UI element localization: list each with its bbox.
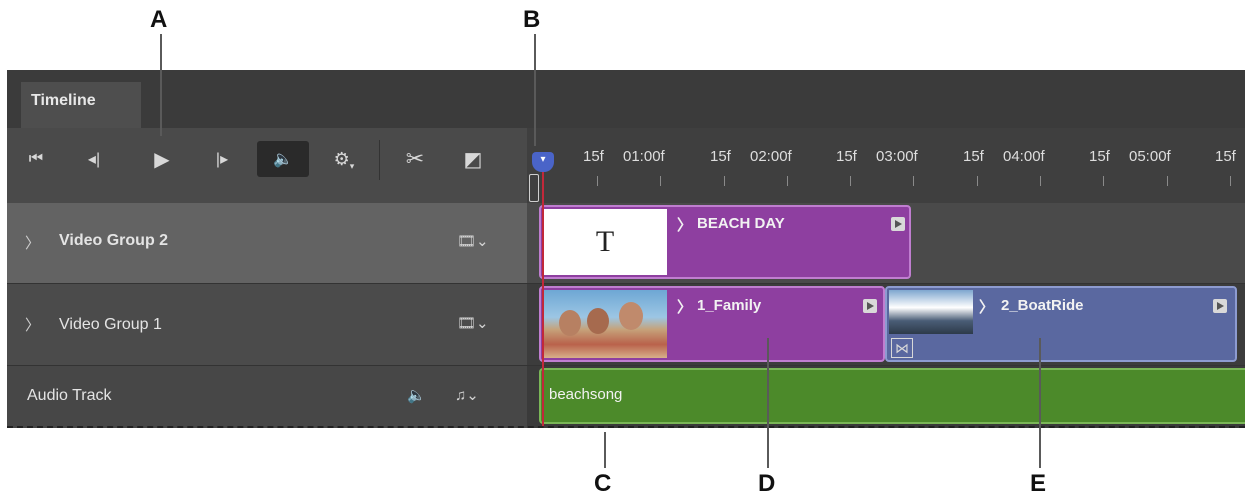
callout-a: A — [150, 6, 168, 33]
transition-icon: ◩ — [463, 148, 483, 171]
ruler-tick — [850, 176, 851, 186]
ruler-label: 05:00f — [1129, 148, 1171, 165]
play-button[interactable]: ▶ — [145, 141, 179, 177]
split-at-playhead-button[interactable]: ✂ — [395, 141, 435, 177]
clip-beachsong[interactable]: beachsong — [539, 368, 1245, 424]
callout-c-line — [604, 432, 606, 468]
clip-end-arrow-icon[interactable] — [1213, 299, 1227, 313]
clip-label-beachsong: beachsong — [549, 386, 623, 403]
speaker-icon[interactable]: 🔈 — [407, 386, 426, 404]
ruler-tick — [1040, 176, 1041, 186]
ruler-label: 01:00f — [623, 148, 665, 165]
track-label-video-group-2: Video Group 2 — [59, 232, 169, 249]
timeline-panel: Timeline ⏮ ◂| ▶ |▸ 🔈 ⚙ ▾ ✂ ◩ 〉 Video Grou… — [7, 70, 1245, 428]
family-video-thumbnail — [543, 290, 667, 358]
go-to-first-frame-icon: ⏮ — [28, 150, 44, 167]
callout-b-line — [534, 34, 536, 146]
playback-toolbar: ⏮ ◂| ▶ |▸ 🔈 ⚙ ▾ ✂ ◩ — [7, 128, 527, 203]
ruler-label: 15f — [583, 148, 604, 165]
dropdown-indicator-icon: ▾ — [349, 160, 355, 171]
go-to-first-frame-button[interactable]: ⏮ — [21, 141, 51, 177]
clip-end-arrow-icon[interactable] — [891, 217, 905, 231]
callout-d: D — [758, 470, 776, 497]
music-note-icon[interactable]: ♫⌄ — [455, 386, 479, 404]
track-header-audio[interactable]: Audio Track 🔈 ♫⌄ — [7, 365, 527, 428]
ruler-tick — [1230, 176, 1231, 186]
track-header-video-group-1[interactable]: 〉 Video Group 1 🎞⌄ — [7, 283, 527, 365]
callout-c: C — [594, 470, 612, 497]
step-forward-icon: |▸ — [215, 151, 229, 168]
gear-icon: ⚙ — [333, 148, 350, 169]
ruler-tick — [724, 176, 725, 186]
film-strip-icon[interactable]: 🎞⌄ — [457, 232, 489, 250]
playhead-handle-icon[interactable]: ▾ — [532, 152, 554, 172]
track-header-video-group-2[interactable]: 〉 Video Group 2 🎞⌄ — [7, 203, 527, 283]
settings-button[interactable]: ⚙ ▾ — [325, 141, 363, 177]
ruler-label: 02:00f — [750, 148, 792, 165]
toolbar-divider — [379, 140, 380, 180]
panel-tab-strip: Timeline — [7, 70, 1245, 128]
ruler-tick — [1103, 176, 1104, 186]
clip-end-arrow-icon[interactable] — [863, 299, 877, 313]
tab-timeline[interactable]: Timeline — [21, 82, 141, 128]
ruler-tick — [597, 176, 598, 186]
clip-label-family: 1_Family — [697, 297, 762, 314]
ruler-label: 03:00f — [876, 148, 918, 165]
speaker-icon: 🔈 — [273, 151, 293, 168]
callout-d-line — [767, 338, 769, 468]
ruler-label: 15f — [836, 148, 857, 165]
mute-audio-button[interactable]: 🔈 — [257, 141, 309, 177]
scissors-icon: ✂ — [405, 146, 425, 171]
callout-a-line — [160, 34, 162, 136]
play-icon: ▶ — [154, 148, 170, 171]
clip-beach-day[interactable]: T 〉 BEACH DAY — [539, 205, 911, 279]
clip-chevron-icon: 〉 — [677, 217, 693, 234]
expand-chevron-icon[interactable]: 〉 — [25, 314, 40, 335]
tracks-area: 15f 01:00f 15f 02:00f 15f 03:00f 15f 04:… — [527, 128, 1245, 428]
ruler-tick — [977, 176, 978, 186]
boat-ride-video-thumbnail — [889, 290, 973, 334]
work-area-start-handle[interactable] — [529, 174, 539, 202]
callout-e-line — [1039, 338, 1041, 468]
panel-bottom-border — [7, 426, 1245, 428]
ruler-tick — [1167, 176, 1168, 186]
text-layer-thumbnail: T — [543, 209, 667, 275]
step-backward-button[interactable]: ◂| — [77, 141, 111, 177]
ruler-label: 15f — [1089, 148, 1110, 165]
time-ruler[interactable]: 15f 01:00f 15f 02:00f 15f 03:00f 15f 04:… — [527, 128, 1245, 203]
clip-boat-ride[interactable]: ⋈ 〉 2_BoatRide — [885, 286, 1237, 362]
track-label-audio: Audio Track — [27, 387, 112, 404]
film-strip-icon[interactable]: 🎞⌄ — [457, 314, 489, 332]
ruler-label: 04:00f — [1003, 148, 1045, 165]
ruler-tick — [660, 176, 661, 186]
step-backward-icon: ◂| — [87, 151, 101, 168]
transition-button[interactable]: ◩ — [455, 141, 491, 177]
clip-chevron-icon: 〉 — [677, 299, 693, 316]
clip-label-boat-ride: 2_BoatRide — [1001, 297, 1084, 314]
callout-e: E — [1030, 470, 1047, 497]
track-label-video-group-1: Video Group 1 — [59, 316, 162, 333]
clip-label-beach-day: BEACH DAY — [697, 215, 785, 232]
ruler-tick — [787, 176, 788, 186]
ruler-label: 15f — [963, 148, 984, 165]
playhead-line[interactable] — [542, 170, 544, 428]
ruler-label: 15f — [1215, 148, 1236, 165]
clip-chevron-icon: 〉 — [979, 299, 995, 316]
expand-chevron-icon[interactable]: 〉 — [25, 232, 40, 253]
callout-b: B — [523, 6, 541, 33]
ruler-label: 15f — [710, 148, 731, 165]
step-forward-button[interactable]: |▸ — [205, 141, 239, 177]
transition-marker-icon[interactable]: ⋈ — [891, 338, 913, 358]
clip-family[interactable]: 〉 1_Family — [539, 286, 885, 362]
ruler-tick — [913, 176, 914, 186]
